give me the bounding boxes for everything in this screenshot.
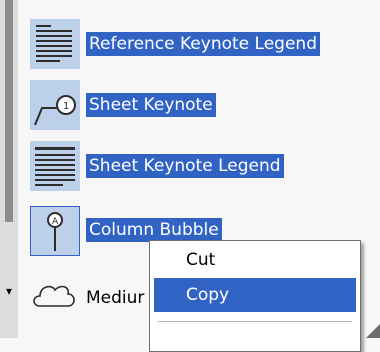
menu-item-cut[interactable]: Cut (154, 243, 356, 277)
item-label: Reference Keynote Legend (86, 32, 320, 56)
column-bubble-icon: A (30, 206, 80, 256)
menu-separator (158, 321, 352, 322)
item-label: Sheet Keynote Legend (86, 154, 284, 178)
legend-table-icon (30, 141, 80, 191)
cloud-icon (30, 274, 80, 324)
svg-text:A: A (52, 217, 59, 227)
scroll-down-arrow-icon[interactable]: ▾ (2, 284, 16, 298)
item-label-medium: Mediur (86, 288, 145, 308)
keynote-tag-icon: 1 (30, 80, 80, 130)
context-menu: Cut Copy (149, 240, 361, 352)
family-browser-panel: ▾ Reference Keynote Legend 1 Sheet Keyno… (0, 0, 380, 352)
resize-grip-icon[interactable] (366, 324, 380, 338)
menu-item-copy[interactable]: Copy (154, 278, 356, 312)
item-label: Sheet Keynote (86, 93, 216, 117)
item-label: Column Bubble (86, 218, 222, 242)
vertical-scrollbar[interactable]: ▾ (0, 0, 18, 338)
cut-label: Cut (186, 250, 216, 270)
scrollbar-thumb[interactable] (5, 0, 13, 222)
legend-table-icon (30, 19, 80, 69)
copy-label: Copy (186, 285, 230, 305)
svg-text:1: 1 (63, 101, 69, 112)
